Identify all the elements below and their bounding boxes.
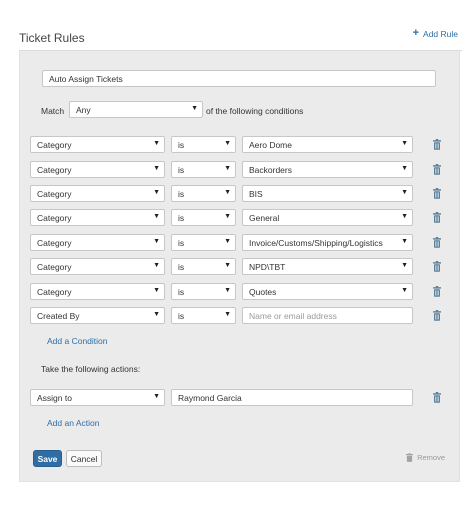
condition-value-select[interactable]: BIS ▼	[242, 185, 413, 202]
condition-value-select[interactable]: NPD\TBT ▼	[242, 258, 413, 275]
cancel-button[interactable]: Cancel	[66, 450, 102, 467]
chevron-down-icon: ▼	[401, 287, 408, 294]
match-suffix: of the following conditions	[206, 106, 304, 116]
delete-condition-trash-icon[interactable]	[433, 286, 441, 297]
condition-field-select[interactable]: Category ▼	[30, 185, 165, 202]
condition-operator-select[interactable]: is ▼	[171, 161, 236, 178]
remove-rule-button[interactable]: Remove	[406, 453, 445, 462]
chevron-down-icon: ▼	[401, 140, 408, 147]
delete-condition-trash-icon[interactable]	[433, 139, 441, 150]
page-title: Ticket Rules	[19, 31, 85, 45]
chevron-down-icon: ▼	[153, 287, 160, 294]
add-action-link[interactable]: Add an Action	[47, 418, 99, 428]
chevron-down-icon: ▼	[153, 140, 160, 147]
condition-field-select[interactable]: Category ▼	[30, 234, 165, 251]
delete-condition-trash-icon[interactable]	[433, 261, 441, 272]
rule-name-input[interactable]: Auto Assign Tickets	[42, 70, 436, 87]
chevron-down-icon: ▼	[401, 262, 408, 269]
delete-action-trash-icon[interactable]	[433, 392, 441, 403]
chevron-down-icon: ▼	[224, 140, 231, 147]
action-type-select[interactable]: Assign to ▼	[30, 389, 165, 406]
chevron-down-icon: ▼	[401, 238, 408, 245]
rule-editor-panel: Auto Assign Tickets Match Any ▼ of the f…	[19, 51, 460, 482]
actions-heading: Take the following actions:	[41, 364, 141, 374]
chevron-down-icon: ▼	[153, 165, 160, 172]
condition-field-select[interactable]: Created By ▼	[30, 307, 165, 324]
condition-operator-select[interactable]: is ▼	[171, 136, 236, 153]
chevron-down-icon: ▼	[401, 213, 408, 220]
chevron-down-icon: ▼	[224, 238, 231, 245]
condition-field-select[interactable]: Category ▼	[30, 283, 165, 300]
condition-value-select[interactable]: Aero Dome ▼	[242, 136, 413, 153]
condition-operator-select[interactable]: is ▼	[171, 283, 236, 300]
chevron-down-icon: ▼	[401, 165, 408, 172]
chevron-down-icon: ▼	[153, 213, 160, 220]
condition-value-select[interactable]: Backorders ▼	[242, 161, 413, 178]
condition-value-select[interactable]: Invoice/Customs/Shipping/Logistics ▼	[242, 234, 413, 251]
delete-condition-trash-icon[interactable]	[433, 164, 441, 175]
condition-field-select[interactable]: Category ▼	[30, 136, 165, 153]
chevron-down-icon: ▼	[153, 393, 160, 400]
chevron-down-icon: ▼	[153, 311, 160, 318]
chevron-down-icon: ▼	[401, 189, 408, 196]
add-rule-button[interactable]: + Add Rule	[413, 28, 458, 39]
condition-field-select[interactable]: Category ▼	[30, 209, 165, 226]
chevron-down-icon: ▼	[191, 105, 198, 112]
chevron-down-icon: ▼	[224, 213, 231, 220]
action-value-input[interactable]: Raymond Garcia	[171, 389, 413, 406]
condition-field-select[interactable]: Category ▼	[30, 258, 165, 275]
delete-condition-trash-icon[interactable]	[433, 188, 441, 199]
chevron-down-icon: ▼	[224, 287, 231, 294]
save-button[interactable]: Save	[33, 450, 62, 467]
chevron-down-icon: ▼	[224, 189, 231, 196]
plus-icon: +	[412, 27, 420, 39]
chevron-down-icon: ▼	[153, 238, 160, 245]
condition-value-select[interactable]: General ▼	[242, 209, 413, 226]
chevron-down-icon: ▼	[153, 262, 160, 269]
condition-operator-select[interactable]: is ▼	[171, 258, 236, 275]
match-select[interactable]: Any ▼	[69, 101, 203, 118]
delete-condition-trash-icon[interactable]	[433, 237, 441, 248]
add-condition-link[interactable]: Add a Condition	[47, 336, 108, 346]
add-rule-label: Add Rule	[423, 28, 458, 39]
remove-label: Remove	[417, 453, 445, 462]
chevron-down-icon: ▼	[224, 165, 231, 172]
condition-operator-select[interactable]: is ▼	[171, 234, 236, 251]
condition-field-select[interactable]: Category ▼	[30, 161, 165, 178]
condition-value-input[interactable]: Name or email address	[242, 307, 413, 324]
chevron-down-icon: ▼	[153, 189, 160, 196]
trash-icon	[406, 453, 414, 462]
chevron-down-icon: ▼	[224, 262, 231, 269]
match-label: Match	[41, 106, 65, 116]
delete-condition-trash-icon[interactable]	[433, 310, 441, 321]
condition-operator-select[interactable]: is ▼	[171, 185, 236, 202]
condition-operator-select[interactable]: is ▼	[171, 209, 236, 226]
chevron-down-icon: ▼	[224, 311, 231, 318]
condition-value-select[interactable]: Quotes ▼	[242, 283, 413, 300]
condition-operator-select[interactable]: is ▼	[171, 307, 236, 324]
delete-condition-trash-icon[interactable]	[433, 212, 441, 223]
